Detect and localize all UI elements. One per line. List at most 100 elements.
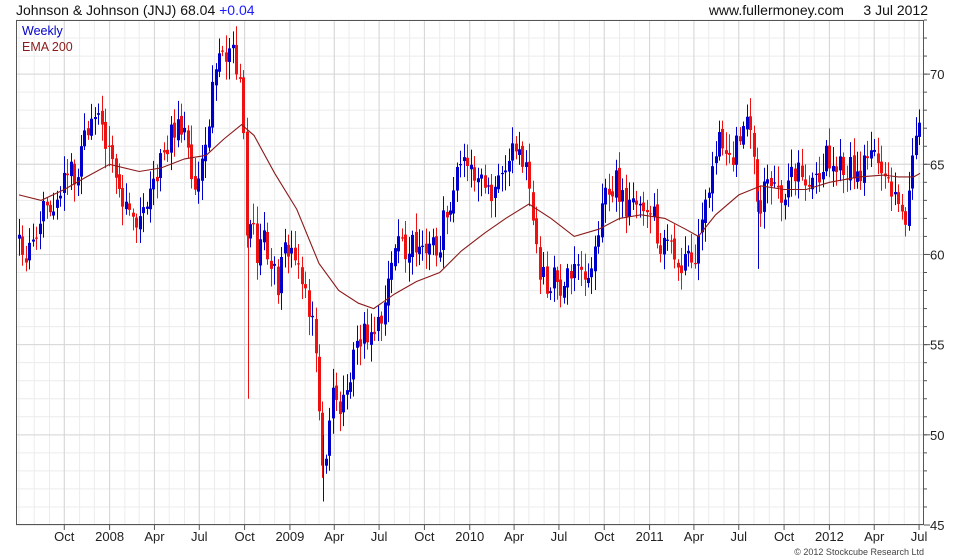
bar-body [794,168,797,182]
bar-body [770,177,773,187]
bar-body [197,178,200,192]
bar-body [328,420,331,456]
bar-body [42,200,45,222]
chart-date: 3 Jul 2012 [863,2,928,18]
bar-body [452,190,455,214]
bar-body [377,316,380,332]
header-right: www.fullermoney.com 3 Jul 2012 [709,0,928,20]
bar-body [687,250,690,254]
bar-body [418,246,421,255]
bar-body [256,223,259,263]
bar-body [470,164,473,170]
bar-body [183,127,186,133]
bar-body [542,266,545,278]
bar-body [859,170,862,182]
bar-body [466,157,469,167]
bar-body [477,178,480,183]
bar-body [535,218,538,245]
x-axis: Oct 2008 Apr Jul Oct 2009 Apr Jul Oct 2010 Apr Jul O… [54,525,927,544]
bar-body [759,200,762,214]
bar-body [411,234,414,258]
bar-body [653,206,656,218]
bar-body [90,118,93,136]
bar-body [439,252,442,258]
bar-body [608,188,611,195]
bar-body [80,146,83,177]
bar-body [573,264,576,279]
bar-body [473,167,476,181]
bar-body [797,162,800,182]
bar-body [732,157,735,165]
bar-body [639,203,642,206]
y-axis: 45 50 55 60 65 70 [924,19,944,533]
bar-body [828,145,831,169]
y-tick-label: 60 [930,247,944,262]
bar-body [825,145,828,172]
bar-body [777,185,780,188]
bar-body [159,153,162,178]
bar-body [646,209,649,213]
bar-body [890,181,893,197]
x-tick-label: Oct [774,529,795,544]
bar-body [225,52,228,62]
bar-body [156,176,159,182]
bar-body [877,153,880,164]
bar-body [228,48,231,62]
bar-body [449,210,452,215]
bar-body [177,119,180,141]
bar-body [18,234,21,239]
bar-body [352,349,355,380]
x-tick-label: Jul [730,529,747,544]
bar-body [601,203,604,238]
bar-body [194,176,197,190]
site-link[interactable]: www.fullermoney.com [709,2,844,18]
bar-body [918,122,921,137]
bar-body [249,224,252,239]
x-tick-label: 2008 [95,529,124,544]
bar-body [346,390,349,395]
bar-body [101,110,104,125]
bar-body [587,277,590,284]
bar-body [904,211,907,225]
bar-body [528,161,531,189]
x-tick-label: Oct [594,529,615,544]
ohlc-bar [242,70,245,140]
bar-body [146,206,149,209]
bar-body [863,155,866,183]
bar-body [508,160,511,172]
bar-body [497,175,500,190]
bar-body [894,191,897,195]
bar-body [635,200,638,205]
bar-body [170,124,173,153]
bar-body [556,270,559,283]
bar-body [621,190,624,202]
bar-body [118,174,121,190]
bar-body [308,290,311,317]
bar-body [804,179,807,186]
bar-body [784,199,787,206]
bar-body [584,271,587,280]
bar-body [577,264,580,266]
bar-body [873,149,876,152]
bar-body [649,213,652,215]
bar-body [401,237,404,239]
x-tick-label: 2012 [815,529,844,544]
x-tick-label: Jul [551,529,568,544]
bar-body [515,143,518,152]
bar-body [356,340,359,348]
bar-body [694,263,697,265]
bar-body [49,204,52,213]
bar-body [366,324,369,343]
bar-body [790,166,793,178]
bar-body [518,149,521,155]
bar-body [294,247,297,261]
legend-weekly: Weekly [22,24,64,38]
bar-body [94,117,97,120]
bar-body [297,263,300,265]
bar-body [46,201,49,206]
bar-body [673,238,676,260]
bar-body [915,135,918,156]
bar-body [152,178,155,190]
bar-body [342,394,345,413]
bar-body [125,201,128,210]
